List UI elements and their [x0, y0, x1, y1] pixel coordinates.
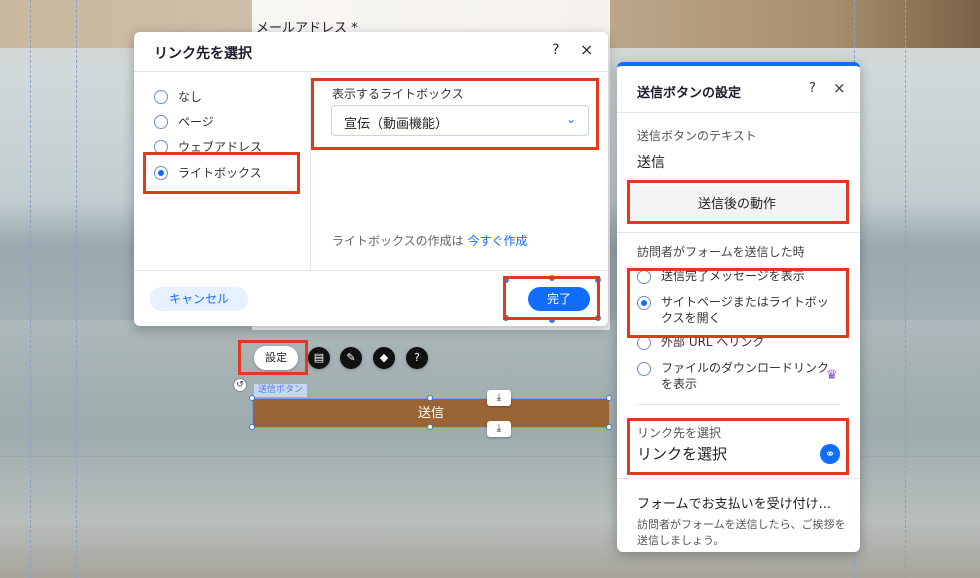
link-dialog-title: リンク先を選択 [154, 46, 252, 62]
resize-handle[interactable] [502, 314, 510, 322]
option-show-message[interactable]: 送信完了メッセージを表示 [637, 268, 839, 284]
link-dialog: リンク先を選択 ? × なし ページ ウェブアドレス ライトボックス 表示するラ… [134, 32, 608, 326]
lightbox-select-label: 表示するライトボックス [332, 87, 464, 101]
resize-handle[interactable] [594, 314, 602, 322]
link-option-none[interactable]: なし [154, 88, 202, 105]
divider [617, 112, 860, 113]
link-dialog-header: リンク先を選択 ? × [134, 32, 608, 72]
download-icon[interactable]: ⤓ [487, 390, 511, 406]
divider [617, 478, 860, 479]
create-lightbox-prefix: ライトボックスの作成は [332, 234, 464, 248]
option-external-url[interactable]: 外部 URL へリンク [637, 334, 839, 350]
link-type-list: なし ページ ウェブアドレス ライトボックス [134, 72, 311, 270]
radio-button[interactable] [154, 114, 168, 129]
resize-handle[interactable] [594, 276, 602, 284]
button-text-label: 送信ボタンのテキスト [637, 129, 757, 143]
divider [637, 404, 840, 405]
resize-handle[interactable] [502, 276, 510, 284]
submit-button-settings-panel: 送信ボタンの設定 ? × 送信ボタンのテキスト 送信 送信後の動作 訪問者がフォ… [617, 62, 860, 552]
help-circle-icon[interactable]: ? [406, 347, 428, 369]
payments-description: 訪問者がフォームを送信したら、ご挨拶を送信しましょう。 [637, 518, 846, 547]
link-option-lightbox[interactable]: ライトボックス [154, 164, 262, 181]
link-option-label: ライトボックス [178, 166, 262, 180]
lightbox-dropdown-value: 宣伝（動画機能） [344, 117, 449, 132]
resize-handle[interactable] [249, 395, 255, 401]
link-target-value[interactable]: リンクを選択 [637, 443, 727, 464]
grid-guide [905, 0, 906, 578]
rotate-icon[interactable]: ↺ [233, 378, 247, 392]
radio-button[interactable] [637, 270, 651, 284]
link-target-label: リンク先を選択 [637, 426, 722, 440]
button-text-value[interactable]: 送信 [637, 152, 665, 172]
grid-guide [76, 0, 77, 578]
resize-handle[interactable] [548, 274, 556, 282]
link-dialog-footer: キャンセル 完了 [134, 270, 608, 326]
resize-handle[interactable] [606, 424, 612, 430]
premium-crown-icon: ♛ [826, 368, 838, 383]
resize-handle[interactable] [427, 424, 433, 430]
option-label: 送信完了メッセージを表示 [661, 269, 805, 283]
resize-handle[interactable] [548, 316, 556, 324]
link-option-label: ウェブアドレス [178, 140, 263, 154]
option-label: サイトページまたはライトボックスを開く [661, 295, 829, 325]
help-icon[interactable]: ? [809, 81, 816, 96]
option-open-page-or-lightbox[interactable]: サイトページまたはライトボックスを開く [637, 294, 839, 326]
link-option-label: ページ [178, 115, 214, 129]
close-icon[interactable]: × [580, 40, 593, 59]
help-icon[interactable]: ? [552, 42, 559, 58]
radio-button-selected[interactable] [154, 165, 168, 180]
link-icon[interactable]: ⚭ [820, 444, 840, 464]
option-label: 外部 URL へリンク [661, 335, 765, 349]
link-option-web-address[interactable]: ウェブアドレス [154, 138, 262, 155]
settings-panel-title: 送信ボタンの設定 [637, 86, 742, 101]
cancel-button[interactable]: キャンセル [150, 287, 248, 311]
link-option-label: なし [178, 90, 203, 104]
resize-handle[interactable] [249, 424, 255, 430]
create-lightbox-link[interactable]: 今すぐ作成 [467, 234, 527, 248]
resize-handle[interactable] [606, 395, 612, 401]
done-button[interactable]: 完了 [528, 287, 590, 311]
divider [617, 232, 860, 233]
settings-button[interactable]: 設定 [254, 346, 298, 370]
radio-button[interactable] [154, 139, 168, 154]
chevron-down-icon: ⌄ [565, 112, 576, 126]
after-submit-tab[interactable]: 送信後の動作 [629, 186, 845, 224]
element-tag: 送信ボタン [254, 384, 308, 397]
lightbox-dropdown[interactable]: 宣伝（動画機能） ⌄ [331, 105, 589, 136]
radio-button[interactable] [637, 336, 651, 350]
radio-button[interactable] [154, 89, 168, 104]
animation-icon[interactable]: ◆ [373, 347, 395, 369]
link-option-page[interactable]: ページ [154, 113, 214, 130]
option-download-link[interactable]: ファイルのダウンロードリンクを表示 [637, 360, 839, 392]
option-label: ファイルのダウンロードリンクを表示 [661, 361, 830, 391]
create-lightbox-text: ライトボックスの作成は 今すぐ作成 [332, 232, 528, 249]
radio-button[interactable] [637, 362, 651, 376]
payments-title[interactable]: フォームでお支払いを受け付け... [637, 493, 831, 512]
grid-guide [30, 0, 31, 578]
close-icon[interactable]: × [833, 79, 846, 97]
download-icon[interactable]: ⤓ [487, 421, 511, 437]
radio-button-selected[interactable] [637, 296, 651, 310]
resize-handle[interactable] [427, 395, 433, 401]
on-submit-label: 訪問者がフォームを送信した時 [637, 245, 805, 259]
design-brush-icon[interactable]: ✎ [340, 347, 362, 369]
layout-icon[interactable]: ▤ [308, 347, 330, 369]
